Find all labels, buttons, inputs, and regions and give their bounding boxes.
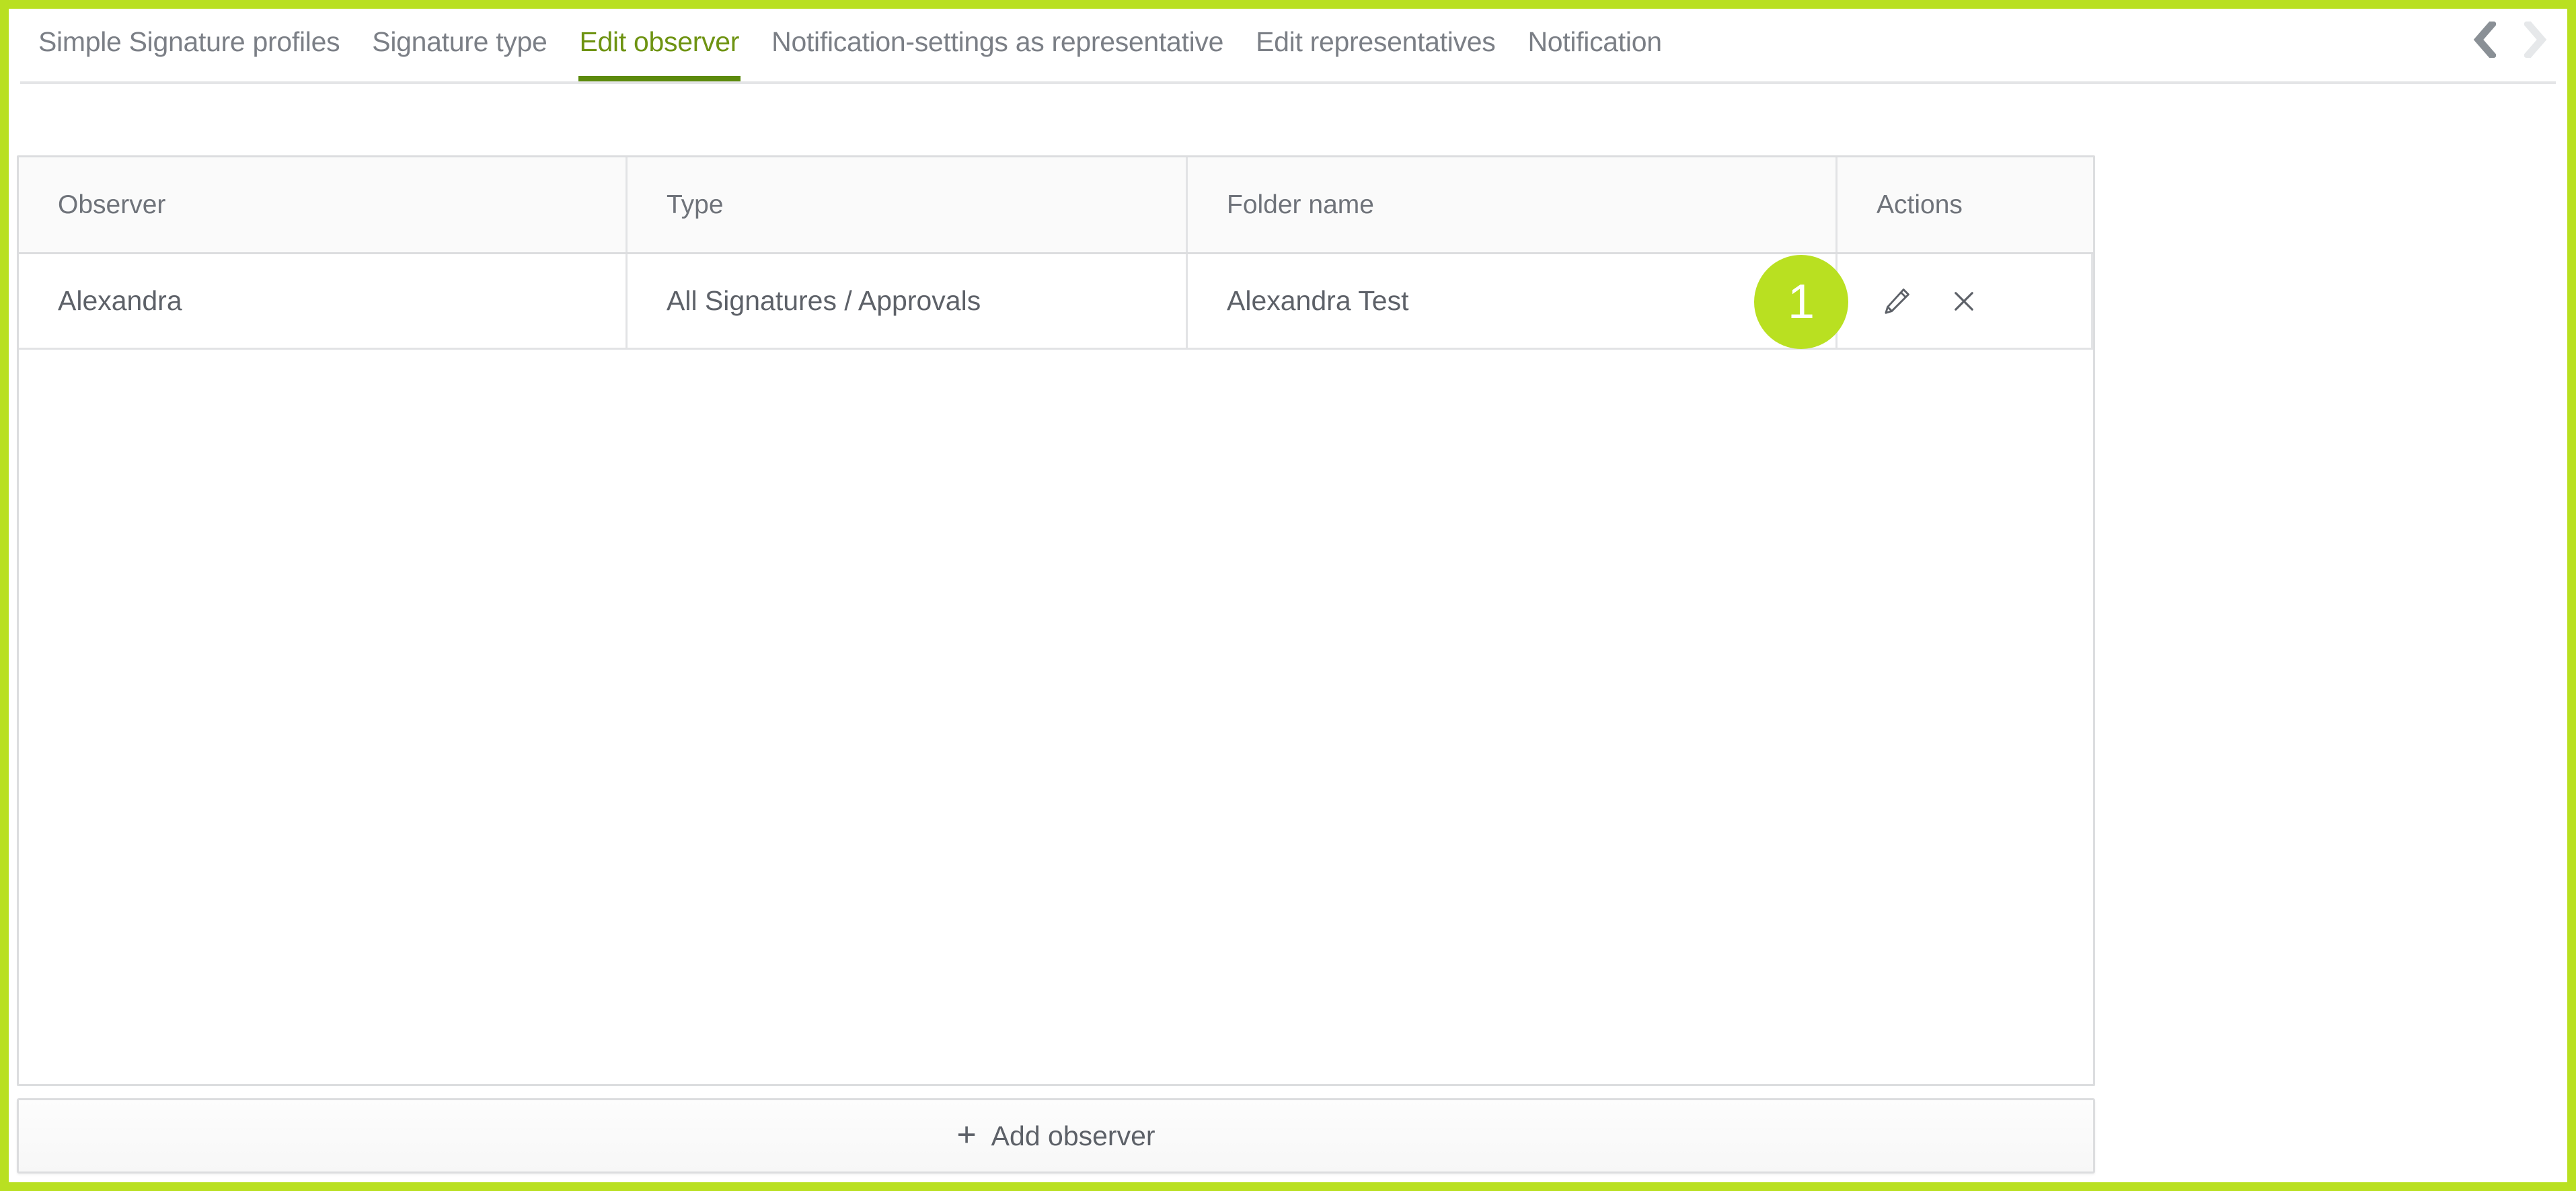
column-header-type: Type	[628, 157, 1188, 252]
tab-label: Signature type	[372, 26, 547, 57]
cell-value: Alexandra Test	[1227, 285, 1409, 316]
tab-bar: Simple Signature profiles Signature type…	[9, 9, 2567, 84]
column-header-label: Actions	[1877, 190, 1963, 219]
tab-label: Notification	[1527, 26, 1662, 57]
chevron-left-icon[interactable]	[2466, 18, 2503, 61]
column-header-label: Observer	[58, 190, 166, 219]
application-frame: Simple Signature profiles Signature type…	[0, 0, 2576, 1191]
add-observer-label: Add observer	[991, 1120, 1156, 1151]
column-header-folder-name: Folder name	[1188, 157, 1838, 252]
table-row: Alexandra All Signatures / Approvals Ale…	[19, 254, 2093, 350]
pencil-edit-icon[interactable]	[1878, 282, 1916, 320]
tab-label: Notification-settings as representative	[771, 26, 1224, 57]
tab-edit-representatives[interactable]: Edit representatives	[1240, 9, 1511, 75]
tab-label: Edit representatives	[1256, 26, 1496, 57]
chevron-right-icon[interactable]	[2517, 18, 2554, 61]
column-header-label: Type	[667, 190, 724, 219]
tab-simple-signature-profiles[interactable]: Simple Signature profiles	[22, 9, 356, 75]
cell-folder-name: Alexandra Test	[1188, 254, 1838, 348]
close-x-icon[interactable]	[1945, 282, 1983, 320]
column-header-actions: Actions	[1838, 157, 2093, 252]
tab-signature-type[interactable]: Signature type	[356, 9, 563, 75]
cell-value: All Signatures / Approvals	[667, 285, 981, 316]
tab-list: Simple Signature profiles Signature type…	[9, 9, 1678, 82]
plus-icon: +	[956, 1116, 977, 1153]
tab-notification-settings-as-representative[interactable]: Notification-settings as representative	[755, 9, 1240, 75]
tab-label: Edit observer	[579, 26, 740, 57]
observer-table: Observer Type Folder name Actions Alexan…	[17, 155, 2095, 1086]
cell-actions	[1838, 254, 2093, 348]
cell-type: All Signatures / Approvals	[628, 254, 1188, 348]
tab-edit-observer[interactable]: Edit observer	[564, 9, 756, 82]
cell-observer: Alexandra	[19, 254, 628, 348]
table-header-row: Observer Type Folder name Actions	[19, 157, 2093, 254]
column-header-observer: Observer	[19, 157, 628, 252]
tab-navigation-controls	[2466, 13, 2554, 67]
table-empty-area	[19, 350, 2093, 1083]
column-header-label: Folder name	[1227, 190, 1374, 219]
tab-bar-divider	[20, 81, 2556, 84]
tab-notification[interactable]: Notification	[1511, 9, 1677, 75]
tab-label: Simple Signature profiles	[38, 26, 340, 57]
cell-value: Alexandra	[58, 285, 182, 316]
add-observer-button[interactable]: + Add observer	[17, 1098, 2095, 1174]
